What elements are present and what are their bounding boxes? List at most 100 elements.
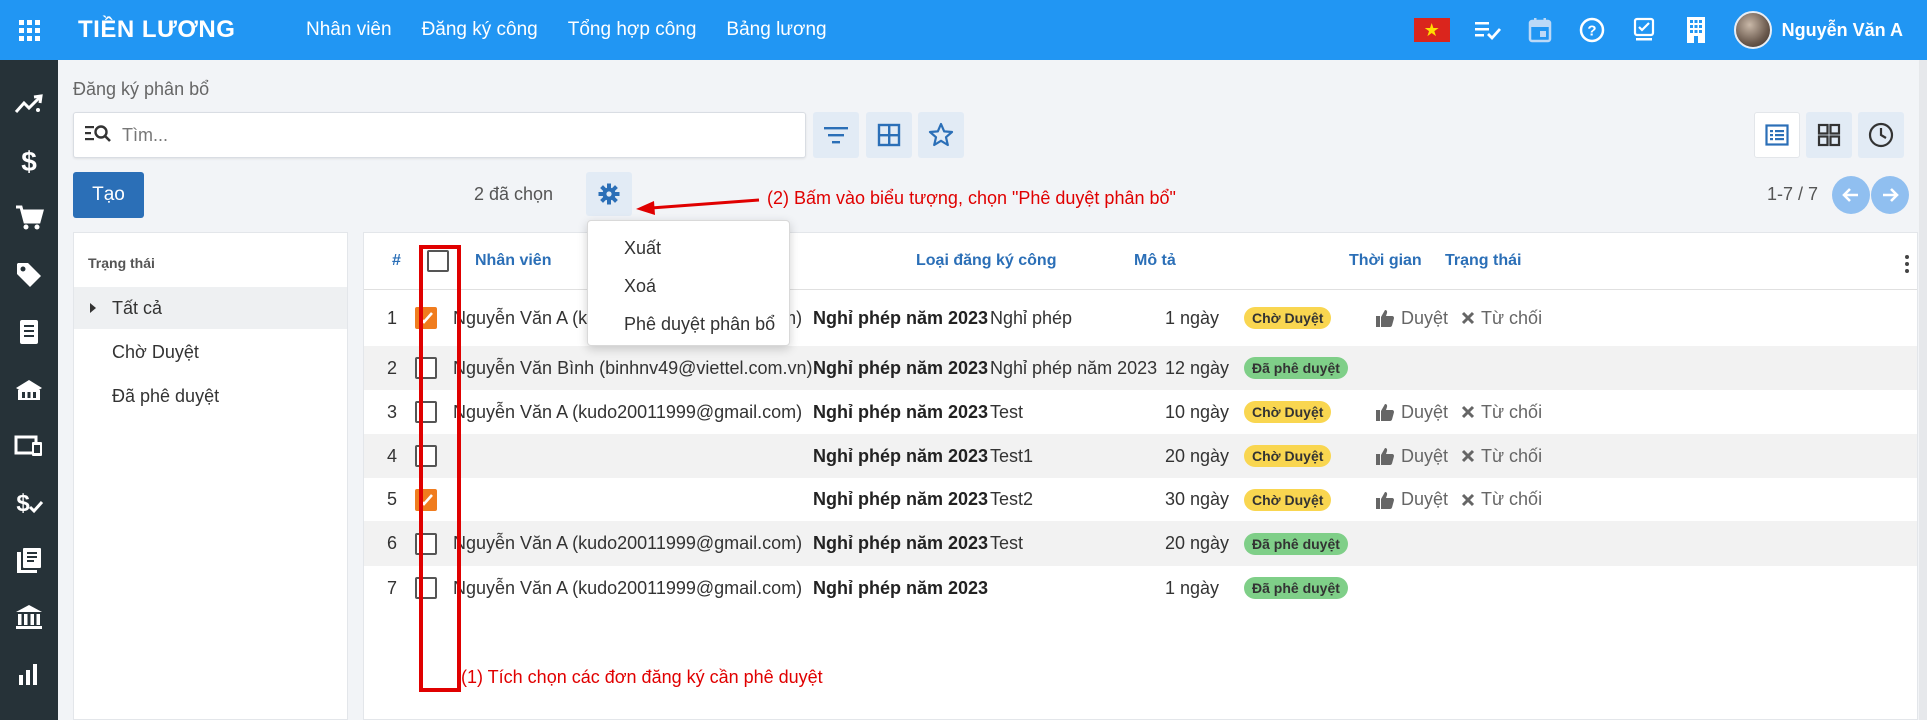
row-number: 4 bbox=[387, 445, 398, 466]
calendar-icon[interactable] bbox=[1526, 16, 1554, 44]
search-filter-icon bbox=[84, 122, 112, 149]
filter-item-all[interactable]: Tất cả bbox=[74, 287, 347, 329]
favorites-button[interactable] bbox=[918, 112, 964, 158]
checklist-icon[interactable] bbox=[1474, 16, 1502, 44]
cell-description: Test2 bbox=[990, 489, 1034, 509]
menu-item-approve-allocation[interactable]: Phê duyệt phân bổ bbox=[588, 305, 789, 343]
cell-employee: Nguyễn Văn A (kudo20011999@gmail.com) bbox=[453, 577, 803, 598]
table-row[interactable]: 2 Nguyễn Văn Bình (binhnv49@viettel.com.v… bbox=[364, 346, 1917, 390]
approve-action-cell: Duyệt bbox=[1375, 290, 1448, 346]
caret-right-icon bbox=[90, 303, 96, 313]
pager-previous-button[interactable] bbox=[1832, 176, 1870, 214]
top-right-tools: ★ ? Nguyễn Văn A bbox=[1413, 0, 1903, 60]
user-avatar[interactable] bbox=[1733, 11, 1772, 49]
approve-button[interactable]: Duyệt bbox=[1375, 446, 1448, 467]
filter-panel-title: Trạng thái bbox=[88, 255, 155, 271]
close-icon bbox=[1461, 449, 1475, 463]
table-row[interactable]: 6 Nguyễn Văn A (kudo20011999@gmail.com) Ng… bbox=[364, 521, 1917, 566]
nav-nhan-vien[interactable]: Nhân viên bbox=[306, 19, 392, 41]
vietnam-flag-icon[interactable]: ★ bbox=[1413, 18, 1450, 42]
close-icon bbox=[1461, 405, 1475, 419]
approve-button[interactable]: Duyệt bbox=[1375, 308, 1448, 329]
reject-button[interactable]: Từ chối bbox=[1461, 308, 1542, 329]
gear-icon bbox=[598, 183, 620, 205]
filter-item-approved[interactable]: Đã phê duyệt bbox=[74, 375, 347, 417]
book-icon[interactable] bbox=[12, 314, 46, 350]
group-by-button[interactable] bbox=[866, 112, 912, 158]
page-scrollbar[interactable] bbox=[1919, 60, 1927, 720]
activity-view-button[interactable] bbox=[1858, 112, 1904, 158]
reject-button[interactable]: Từ chối bbox=[1461, 446, 1542, 467]
row-number: 6 bbox=[387, 533, 398, 553]
filter-lines-icon bbox=[824, 127, 848, 144]
pager-counter[interactable]: 1-7 / 7 bbox=[1767, 184, 1818, 205]
approve-label: Duyệt bbox=[1401, 445, 1449, 466]
user-name[interactable]: Nguyễn Văn A bbox=[1782, 20, 1903, 41]
approve-label: Duyệt bbox=[1401, 307, 1449, 328]
list-view-button[interactable] bbox=[1754, 112, 1800, 158]
library-icon[interactable] bbox=[12, 542, 46, 578]
arrow-left-icon bbox=[1842, 188, 1858, 202]
building-icon[interactable] bbox=[1682, 16, 1710, 44]
svg-text:?: ? bbox=[1587, 23, 1596, 40]
reject-label: Từ chối bbox=[1481, 489, 1543, 509]
nav-dang-ky-cong[interactable]: Đăng ký công bbox=[422, 19, 538, 41]
table-row[interactable]: 5 Nghỉ phép năm 2023 Test2 30 ngày Chờ Duyệt… bbox=[364, 478, 1917, 521]
top-bar: TIỀN LƯƠNG Nhân viên Đăng ký công Tổng h… bbox=[0, 0, 1927, 60]
kanban-view-icon bbox=[1817, 123, 1841, 147]
table-row[interactable]: 7 Nguyễn Văn A (kudo20011999@gmail.com) Ng… bbox=[364, 566, 1917, 610]
cell-duration: 20 ngày bbox=[1165, 445, 1230, 466]
cell-registration-type: Nghỉ phép năm 2023 bbox=[813, 533, 989, 553]
column-header-employee[interactable]: Nhân viên bbox=[475, 233, 551, 289]
apps-menu-button[interactable] bbox=[0, 0, 58, 60]
trending-icon[interactable] bbox=[12, 86, 46, 122]
school-icon[interactable] bbox=[12, 371, 46, 407]
devices-icon[interactable] bbox=[12, 428, 46, 464]
status-badge: Đã phê duyệt bbox=[1244, 357, 1348, 379]
table-row[interactable]: 4 Nghỉ phép năm 2023 Test1 20 ngày Chờ Duyệt… bbox=[364, 434, 1917, 478]
app-title[interactable]: TIỀN LƯƠNG bbox=[78, 16, 288, 44]
filter-button[interactable] bbox=[813, 112, 859, 158]
tag-icon[interactable] bbox=[12, 257, 46, 293]
menu-item-export[interactable]: Xuất bbox=[588, 229, 789, 267]
pager-next-button[interactable] bbox=[1871, 176, 1909, 214]
action-gear-button[interactable] bbox=[586, 172, 632, 216]
cell-status: Chờ Duyệt bbox=[1244, 390, 1332, 434]
help-icon[interactable]: ? bbox=[1578, 16, 1606, 44]
approve-button[interactable]: Duyệt bbox=[1375, 489, 1448, 510]
status-badge: Chờ Duyệt bbox=[1244, 401, 1332, 423]
nav-tong-hop-cong[interactable]: Tổng hợp công bbox=[568, 19, 697, 41]
search-box[interactable] bbox=[73, 112, 806, 158]
column-options-icon[interactable] bbox=[1905, 255, 1911, 273]
nav-bang-luong[interactable]: Bảng lương bbox=[726, 19, 826, 41]
kanban-view-button[interactable] bbox=[1806, 112, 1852, 158]
cell-duration: 30 ngày bbox=[1165, 489, 1230, 509]
create-button[interactable]: Tạo bbox=[73, 172, 144, 218]
breadcrumb: Đăng ký phân bổ bbox=[73, 79, 210, 99]
search-input[interactable] bbox=[122, 124, 722, 146]
reject-button[interactable]: Từ chối bbox=[1461, 489, 1542, 510]
reject-button[interactable]: Từ chối bbox=[1461, 402, 1542, 423]
approval-icon[interactable] bbox=[1630, 16, 1658, 44]
dollar-icon[interactable]: $ bbox=[12, 143, 46, 179]
cart-icon[interactable] bbox=[12, 200, 46, 236]
status-badge: Chờ Duyệt bbox=[1244, 445, 1332, 467]
column-header-status[interactable]: Trạng thái bbox=[1445, 233, 1521, 289]
cell-duration: 1 ngày bbox=[1165, 307, 1220, 328]
approve-button[interactable]: Duyệt bbox=[1375, 402, 1448, 423]
status-badge: Chờ Duyệt bbox=[1244, 488, 1332, 511]
filter-item-pending[interactable]: Chờ Duyệt bbox=[74, 331, 347, 373]
bank-icon[interactable] bbox=[12, 599, 46, 635]
column-header-description[interactable]: Mô tả bbox=[1134, 233, 1176, 289]
filter-item-label: Tất cả bbox=[112, 297, 163, 318]
status-badge: Đã phê duyệt bbox=[1244, 532, 1348, 555]
approve-action-cell: Duyệt bbox=[1375, 390, 1448, 434]
cell-status: Đã phê duyệt bbox=[1244, 521, 1348, 566]
column-header-type[interactable]: Loại đăng ký công bbox=[916, 233, 1056, 289]
cell-description: Nghỉ phép năm 2023 bbox=[990, 357, 1158, 378]
bar-chart-icon[interactable] bbox=[12, 656, 46, 692]
payment-check-icon[interactable]: $ bbox=[12, 485, 46, 521]
menu-item-delete[interactable]: Xoá bbox=[588, 267, 789, 305]
column-header-duration[interactable]: Thời gian bbox=[1349, 233, 1422, 289]
table-row[interactable]: 3 Nguyễn Văn A (kudo20011999@gmail.com) Ng… bbox=[364, 390, 1917, 434]
